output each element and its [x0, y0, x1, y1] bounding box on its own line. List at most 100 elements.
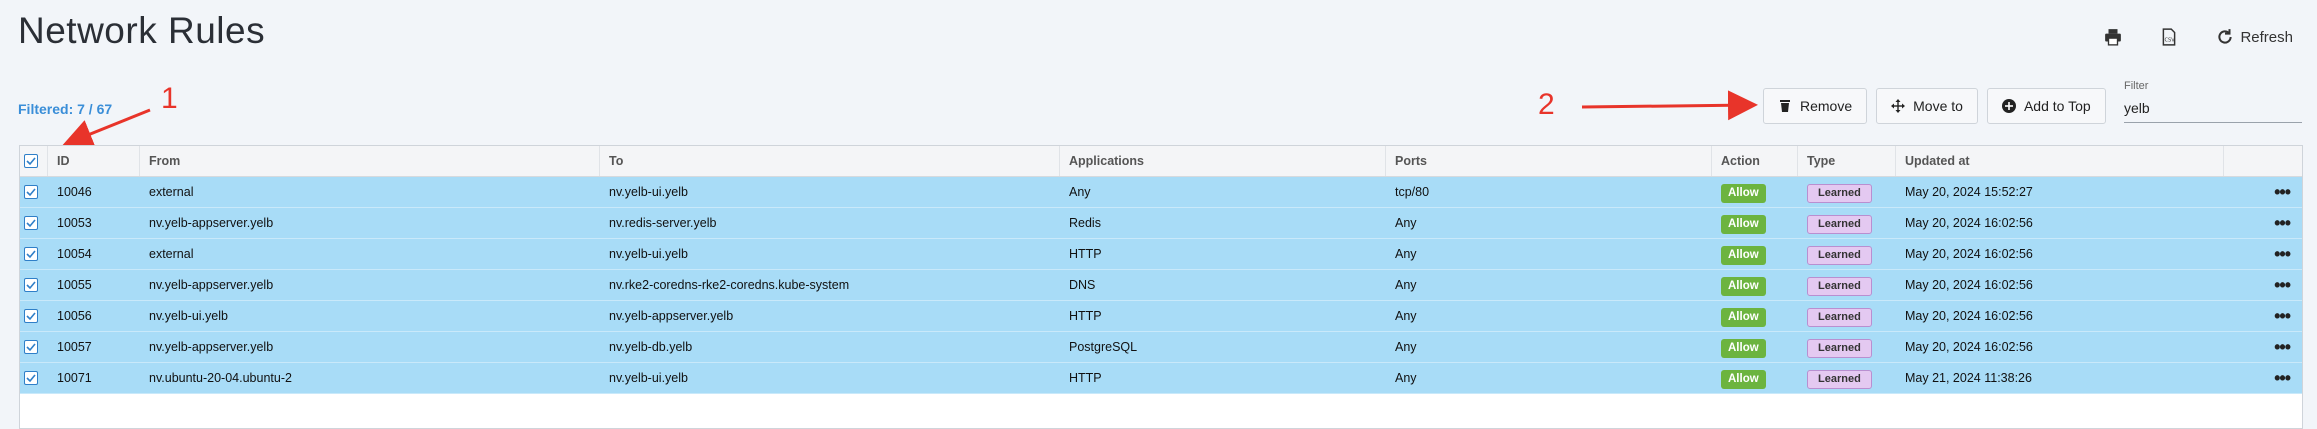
row-checkbox[interactable]: [24, 340, 38, 354]
cell-updated: May 20, 2024 16:02:56: [1905, 247, 2033, 261]
cell-app: HTTP: [1069, 247, 1102, 261]
row-checkbox[interactable]: [24, 216, 38, 230]
cell-to: nv.yelb-db.yelb: [609, 340, 693, 354]
table-row[interactable]: 10055 nv.yelb-appserver.yelb nv.rke2-cored…: [20, 270, 2302, 301]
filter-box: Filter: [2124, 80, 2302, 123]
checkmark-icon: [26, 343, 36, 352]
row-menu-icon[interactable]: •••: [2274, 177, 2291, 207]
cell-updated: May 21, 2024 11:38:26: [1905, 371, 2032, 385]
header-ports[interactable]: Ports: [1386, 146, 1712, 176]
row-checkbox[interactable]: [24, 247, 38, 261]
row-checkbox[interactable]: [24, 278, 38, 292]
page-title: Network Rules: [18, 10, 266, 51]
row-checkbox[interactable]: [24, 309, 38, 323]
add-to-top-button[interactable]: Add to Top: [1986, 88, 2106, 124]
cell-to: nv.yelb-ui.yelb: [609, 247, 688, 261]
cell-app: HTTP: [1069, 309, 1102, 323]
top-actions: CSV Refresh: [2104, 28, 2293, 46]
cell-ports: tcp/80: [1395, 185, 1430, 199]
row-menu-icon[interactable]: •••: [2274, 301, 2291, 331]
cell-app: PostgreSQL: [1069, 340, 1138, 354]
select-all-checkbox[interactable]: [24, 154, 38, 168]
checkmark-icon: [26, 157, 36, 166]
annotation-2: 2: [1538, 88, 1555, 121]
cell-app: DNS: [1069, 278, 1096, 292]
cell-ports: Any: [1395, 309, 1417, 323]
type-badge: Learned: [1807, 339, 1872, 358]
cell-to: nv.yelb-ui.yelb: [609, 371, 688, 385]
action-badge: Allow: [1721, 246, 1766, 265]
header-to[interactable]: To: [600, 146, 1060, 176]
cell-action: Allow: [1712, 332, 1798, 362]
refresh-button[interactable]: Refresh: [2216, 28, 2293, 46]
cell-action: Allow: [1712, 239, 1798, 269]
row-menu-icon[interactable]: •••: [2274, 270, 2291, 300]
filter-input[interactable]: [2124, 97, 2302, 123]
checkmark-icon: [26, 374, 36, 383]
cell-updated: May 20, 2024 15:52:27: [1905, 185, 2033, 199]
action-badge: Allow: [1721, 339, 1766, 358]
export-csv-button[interactable]: CSV: [2160, 28, 2178, 46]
type-badge: Learned: [1807, 246, 1872, 265]
rules-toolbar: Remove Move to Add to Top: [1763, 88, 2106, 124]
row-menu-icon[interactable]: •••: [2274, 239, 2291, 269]
table-row[interactable]: 10071 nv.ubuntu-20-04.ubuntu-2 nv.yelb-ui.…: [20, 363, 2302, 394]
svg-text:CSV: CSV: [2165, 38, 2176, 44]
type-badge: Learned: [1807, 308, 1872, 327]
move-to-button[interactable]: Move to: [1876, 88, 1978, 124]
cell-updated: May 20, 2024 16:02:56: [1905, 216, 2033, 230]
cell-action: Allow: [1712, 208, 1798, 238]
checkmark-icon: [26, 188, 36, 197]
cell-ports: Any: [1395, 371, 1417, 385]
print-button[interactable]: [2104, 28, 2122, 46]
header-applications[interactable]: Applications: [1060, 146, 1386, 176]
cell-type: Learned: [1798, 270, 1896, 300]
cell-from: external: [149, 185, 194, 199]
header-type[interactable]: Type: [1798, 146, 1896, 176]
cell-type: Learned: [1798, 301, 1896, 331]
cell-from: nv.yelb-ui.yelb: [149, 309, 228, 323]
cell-ports: Any: [1395, 340, 1417, 354]
header-action[interactable]: Action: [1712, 146, 1798, 176]
table-row[interactable]: 10054 external nv.yelb-ui.yelb HTTP Any Allow…: [20, 239, 2302, 270]
cell-to: nv.redis-server.yelb: [609, 216, 717, 230]
checkmark-icon: [26, 281, 36, 290]
table-row[interactable]: 10053 nv.yelb-appserver.yelb nv.redis-serv…: [20, 208, 2302, 239]
cell-to: nv.rke2-coredns-rke2-coredns.kube-system: [609, 278, 850, 292]
row-menu-icon[interactable]: •••: [2274, 208, 2291, 238]
header-from[interactable]: From: [140, 146, 600, 176]
refresh-label: Refresh: [2240, 28, 2293, 46]
cell-updated: May 20, 2024 16:02:56: [1905, 340, 2033, 354]
cell-type: Learned: [1798, 239, 1896, 269]
refresh-icon: [2218, 29, 2233, 44]
cell-action: Allow: [1712, 363, 1798, 393]
cell-from: external: [149, 247, 194, 261]
remove-button[interactable]: Remove: [1763, 88, 1868, 124]
table-row[interactable]: 10056 nv.yelb-ui.yelb nv.yelb-appserver.ye…: [20, 301, 2302, 332]
row-checkbox[interactable]: [24, 371, 38, 385]
row-checkbox[interactable]: [24, 185, 38, 199]
checkmark-icon: [26, 219, 36, 228]
cell-to: nv.yelb-appserver.yelb: [609, 309, 734, 323]
cell-id: 10056: [57, 309, 92, 323]
cell-from: nv.yelb-appserver.yelb: [149, 340, 274, 354]
header-updated[interactable]: Updated at: [1896, 146, 2224, 176]
cell-app: Redis: [1069, 216, 1101, 230]
cell-type: Learned: [1798, 177, 1896, 207]
row-menu-icon[interactable]: •••: [2274, 332, 2291, 362]
checkmark-icon: [26, 312, 36, 321]
cell-action: Allow: [1712, 270, 1798, 300]
cell-from: nv.yelb-appserver.yelb: [149, 216, 274, 230]
table-row[interactable]: 10046 external nv.yelb-ui.yelb Any tcp/80 All…: [20, 177, 2302, 208]
action-badge: Allow: [1721, 277, 1766, 296]
action-badge: Allow: [1721, 184, 1766, 203]
header-id[interactable]: ID: [48, 146, 140, 176]
annotation-1: 1: [161, 82, 178, 115]
cell-action: Allow: [1712, 301, 1798, 331]
row-menu-icon[interactable]: •••: [2274, 363, 2291, 393]
rules-table: ID From To Applications Ports Action Typ…: [19, 145, 2303, 429]
table-row[interactable]: 10057 nv.yelb-appserver.yelb nv.yelb-db.ye…: [20, 332, 2302, 363]
cell-id: 10054: [57, 247, 92, 261]
cell-id: 10046: [57, 185, 92, 199]
cell-from: nv.ubuntu-20-04.ubuntu-2: [149, 371, 292, 385]
